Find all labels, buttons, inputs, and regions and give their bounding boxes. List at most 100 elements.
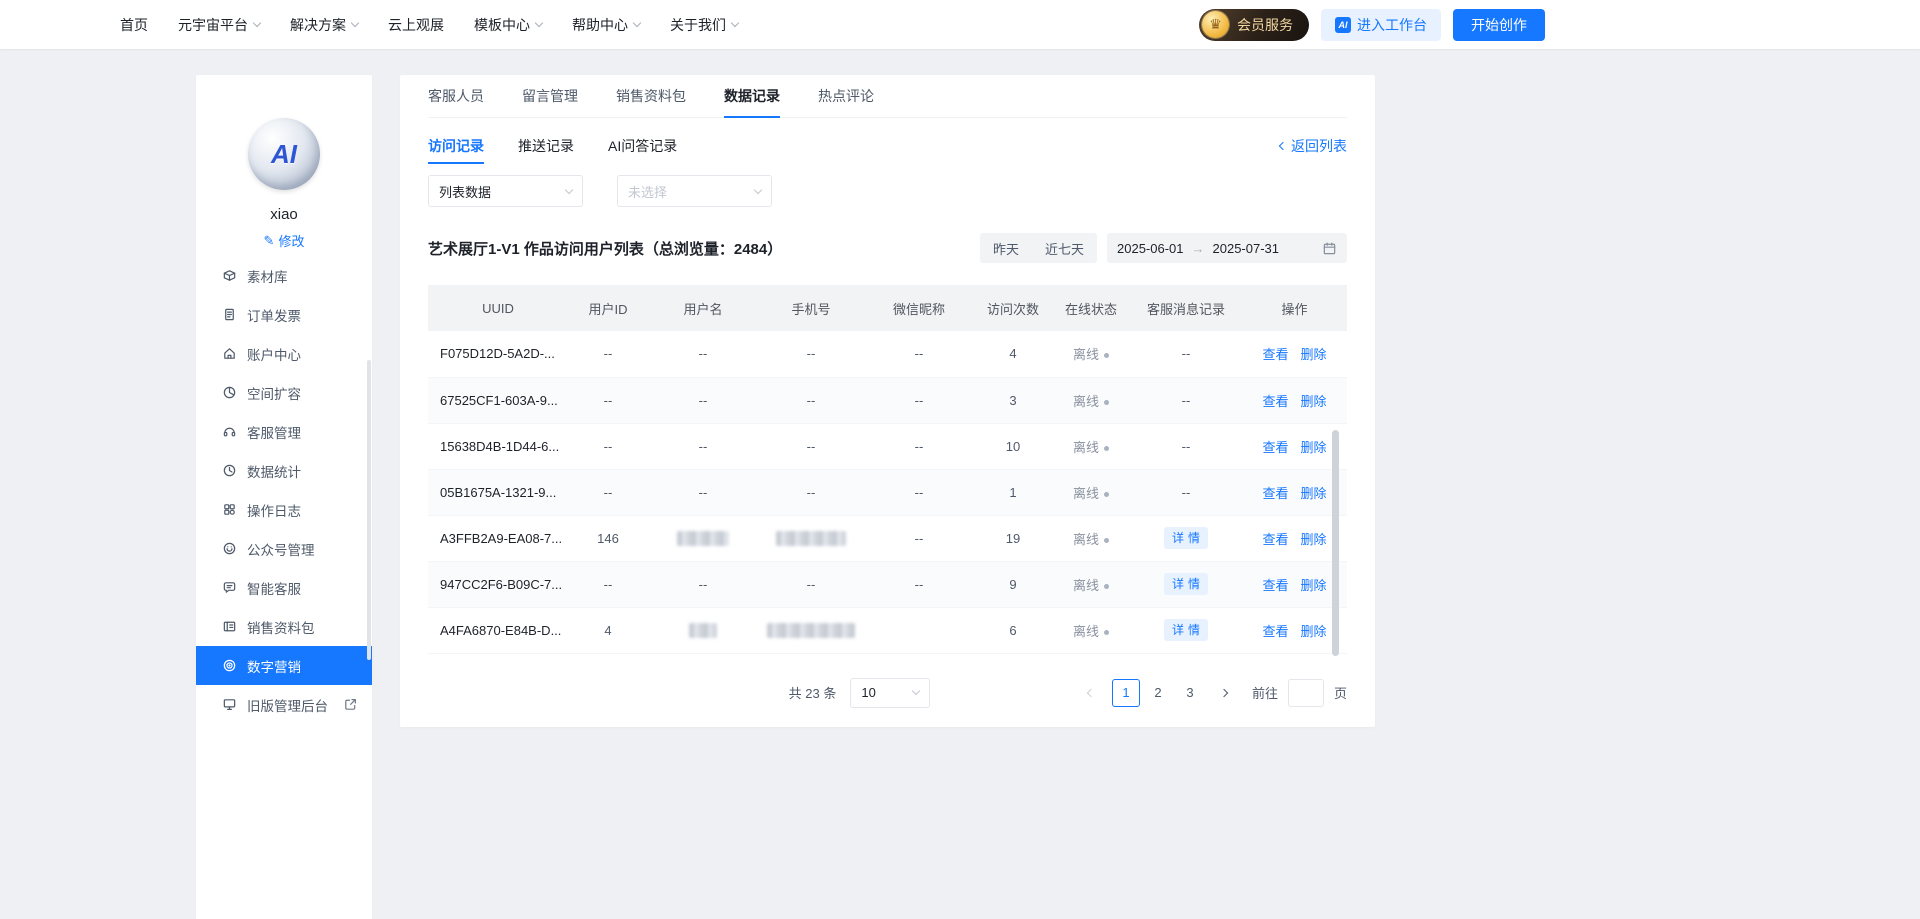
page-size-value: 10 [861,685,875,700]
table-row: A4FA6870-E84B-D...46离线详情查看删除 [428,607,1347,653]
sidebar-item-expand[interactable]: 空间扩容 [196,373,372,412]
delete-link[interactable]: 删除 [1301,532,1327,547]
page-size-select[interactable]: 10 [850,678,930,708]
cell-user-id: 4 [568,607,648,653]
next-page-button[interactable] [1210,679,1238,707]
sub-tab-2[interactable]: 推送记录 [518,136,574,156]
sidebar-item-official-account[interactable]: 公众号管理 [196,529,372,568]
sidebar-item-target[interactable]: 数字营销 [196,646,372,685]
sidebar-item-invoice[interactable]: 订单发票 [196,295,372,334]
detail-tag[interactable]: 详情 [1164,573,1208,595]
yesterday-button[interactable]: 昨天 [980,233,1032,263]
delete-link[interactable]: 删除 [1301,440,1327,455]
delete-link[interactable]: 删除 [1301,394,1327,409]
view-link[interactable]: 查看 [1262,532,1288,547]
delete-link[interactable]: 删除 [1301,486,1327,501]
chevron-down-icon [253,19,261,27]
cell-username [648,607,758,653]
sidebar-item-headset[interactable]: 客服管理 [196,412,372,451]
prev-page-button[interactable] [1078,679,1106,707]
chevron-left-icon [1279,142,1287,150]
nav-item-7[interactable]: 关于我们 [670,15,738,35]
goto-label: 前往 [1252,683,1278,702]
cell-online-status: 离线 [1052,423,1130,469]
sidebar-item-folder[interactable]: 销售资料包 [196,607,372,646]
nav-item-4[interactable]: 云上观展 [388,15,444,35]
sidebar-item-stats[interactable]: 数据统计 [196,451,372,490]
nav-item-5[interactable]: 模板中心 [474,15,542,35]
detail-tag[interactable]: 详情 [1164,527,1208,549]
list-data-select[interactable]: 列表数据 [428,175,583,207]
last7days-button[interactable]: 近七天 [1032,233,1097,263]
offline-status-label: 离线 [1073,578,1099,593]
sub-tabs: 访问记录 推送记录 AI问答记录 [428,136,677,156]
nav-item-2[interactable]: 元宇宙平台 [178,15,260,35]
view-link[interactable]: 查看 [1262,440,1288,455]
tab-2[interactable]: 留言管理 [522,75,578,117]
view-link[interactable]: 查看 [1262,486,1288,501]
nav-item-label: 关于我们 [670,15,726,35]
pagination: 共 23 条 10 123 前往 页 [428,678,1347,708]
cell-message-record: -- [1130,469,1242,515]
target-icon [222,658,237,673]
main-panel: 客服人员留言管理销售资料包数据记录热点评论 访问记录 推送记录 AI问答记录 返回列… [400,75,1375,727]
page-button-1[interactable]: 1 [1112,679,1140,707]
sidebar-item-grid[interactable]: 操作日志 [196,490,372,529]
view-link[interactable]: 查看 [1262,394,1288,409]
sidebar-item-chat[interactable]: 智能客服 [196,568,372,607]
chevron-down-icon [633,19,641,27]
sidebar-item-box[interactable]: 素材库 [196,266,372,295]
view-link[interactable]: 查看 [1262,347,1288,362]
subtab-row: 访问记录 推送记录 AI问答记录 返回列表 [428,132,1347,160]
member-service-label: 会员服务 [1237,15,1293,35]
start-create-button[interactable]: 开始创作 [1453,9,1545,41]
cell-username [648,515,758,561]
tab-3[interactable]: 销售资料包 [616,75,686,117]
delete-link[interactable]: 删除 [1301,347,1327,362]
tab-5[interactable]: 热点评论 [818,75,874,117]
cell-user-id: -- [568,469,648,515]
view-link[interactable]: 查看 [1262,578,1288,593]
offline-status-label: 离线 [1073,440,1099,455]
date-range-picker[interactable]: 2025-06-01 → 2025-07-31 [1107,233,1347,263]
redacted-value [677,531,729,546]
nav-item-label: 模板中心 [474,15,530,35]
detail-tag[interactable]: 详情 [1164,619,1208,641]
nav-item-6[interactable]: 帮助中心 [572,15,640,35]
nav-item-3[interactable]: 解决方案 [290,15,358,35]
sub-tab-3[interactable]: AI问答记录 [608,136,677,156]
sidebar-item-account[interactable]: 账户中心 [196,334,372,373]
sidebar-scrollbar[interactable] [367,360,371,660]
secondary-select[interactable]: 未选择 [617,175,772,207]
offline-status-dot [1104,492,1109,497]
cell-online-status: 离线 [1052,607,1130,653]
delete-link[interactable]: 删除 [1301,624,1327,639]
view-link[interactable]: 查看 [1262,624,1288,639]
start-create-label: 开始创作 [1471,15,1527,35]
sidebar-item-monitor[interactable]: 旧版管理后台 [196,685,372,724]
cell-message-record: 详情 [1130,561,1242,607]
page-button-2[interactable]: 2 [1144,679,1172,707]
expand-icon [222,385,237,400]
tab-4[interactable]: 数据记录 [724,75,780,117]
enter-workspace-button[interactable]: AI 进入工作台 [1321,9,1441,41]
back-to-list-link[interactable]: 返回列表 [1280,136,1347,156]
date-controls: 昨天 近七天 2025-06-01 → 2025-07-31 [980,233,1347,263]
redacted-value [689,623,717,638]
cell-user-id: -- [568,377,648,423]
table-scrollbar[interactable] [1332,430,1339,656]
offline-status-label: 离线 [1073,394,1099,409]
delete-link[interactable]: 删除 [1301,578,1327,593]
member-service-button[interactable]: ♛ 会员服务 [1199,9,1309,41]
title-row: 艺术展厅1-V1 作品访问用户列表（总浏览量：2484） 昨天 近七天 2025… [428,233,1347,263]
sidebar: AI xiao ✎ 修改 素材库订单发票账户中心空间扩容客服管理数据统计操作日志… [196,75,372,919]
redacted-value [776,531,846,546]
nav-item-1[interactable]: 首页 [120,15,148,35]
sub-tab-1[interactable]: 访问记录 [428,136,484,156]
cell-wechat-nickname: -- [864,469,974,515]
edit-profile-link[interactable]: ✎ 修改 [264,231,305,250]
goto-page-input[interactable] [1288,679,1324,707]
page-button-3[interactable]: 3 [1176,679,1204,707]
tab-1[interactable]: 客服人员 [428,75,484,117]
list-data-select-value: 列表数据 [439,182,491,201]
